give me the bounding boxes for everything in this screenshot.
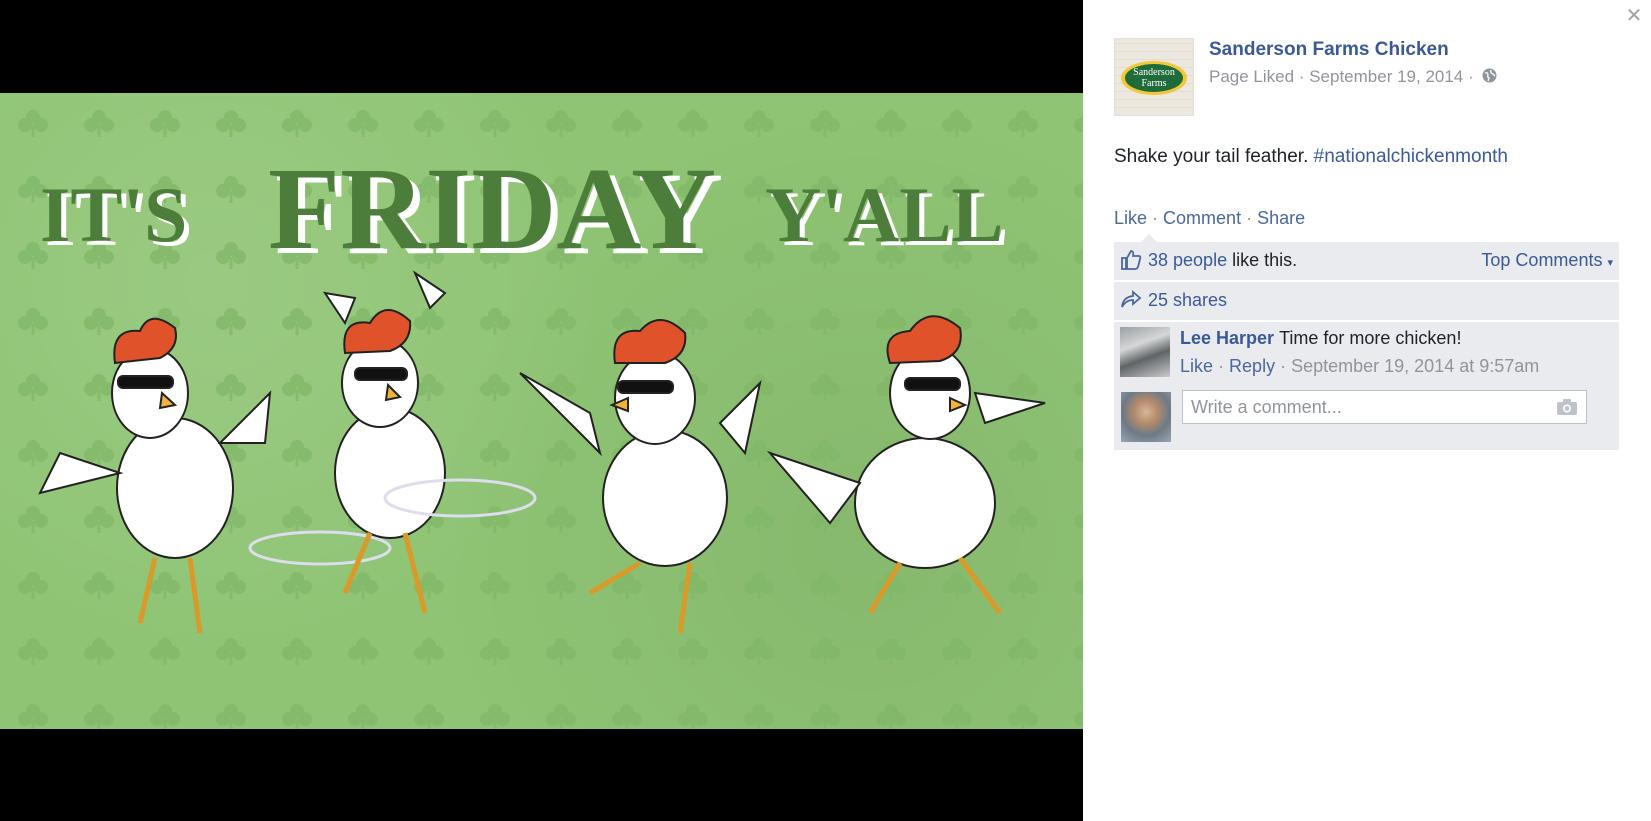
photo-illustration: IT'S IT'S FRIDAY FRIDAY Y'ALL Y'ALL	[0, 93, 1083, 729]
share-arrow-icon	[1120, 289, 1142, 316]
post-photo[interactable]: IT'S IT'S FRIDAY FRIDAY Y'ALL Y'ALL	[0, 93, 1083, 729]
sanderson-logo: Sanderson Farms	[1121, 61, 1187, 95]
comment-input[interactable]	[1183, 391, 1559, 423]
comment-timestamp[interactable]: September 19, 2014 at 9:57am	[1291, 356, 1539, 376]
likes-summary: 38 people like this.	[1148, 250, 1297, 271]
commenter-avatar[interactable]	[1120, 327, 1170, 377]
comment-link[interactable]: Comment	[1163, 208, 1241, 228]
headline-left: IT'S	[40, 171, 187, 258]
comment-input-box[interactable]	[1182, 390, 1587, 424]
commenter-name-link[interactable]: Lee Harper	[1180, 328, 1274, 348]
logo-text: Sanderson Farms	[1125, 64, 1183, 92]
comment-order-dropdown[interactable]: Top Comments ▾	[1481, 250, 1613, 271]
likes-suffix: like this.	[1232, 250, 1298, 270]
headline-right: Y'ALL	[765, 171, 1003, 258]
shares-link[interactable]: 25 shares	[1148, 290, 1227, 310]
like-link[interactable]: Like	[1114, 208, 1147, 228]
photo-viewer: IT'S IT'S FRIDAY FRIDAY Y'ALL Y'ALL	[0, 0, 1083, 821]
comment-item: Lee Harper Time for more chicken! Like ·…	[1114, 322, 1619, 384]
comment-body: Lee Harper Time for more chicken!	[1180, 328, 1461, 349]
action-separator: ·	[1152, 208, 1164, 228]
close-icon[interactable]: ✕	[1625, 6, 1643, 26]
page-name-link[interactable]: Sanderson Farms Chicken	[1209, 39, 1449, 61]
likers-link[interactable]: 38 people	[1148, 250, 1227, 270]
hashtag-link[interactable]: #nationalchickenmonth	[1314, 146, 1508, 167]
page-avatar[interactable]: Sanderson Farms	[1114, 38, 1194, 116]
camera-icon[interactable]	[1556, 398, 1578, 421]
comment-order-label: Top Comments	[1481, 250, 1603, 270]
comment-like-link[interactable]: Like	[1180, 356, 1213, 376]
post-actions: Like · Comment · Share	[1114, 208, 1305, 229]
thumbs-up-icon	[1120, 249, 1142, 276]
comment-separator: ·	[1218, 356, 1230, 376]
caret-down-icon: ▾	[1607, 257, 1613, 269]
comment-separator: ·	[1280, 356, 1292, 376]
comment-actions: Like · Reply · September 19, 2014 at 9:5…	[1180, 356, 1539, 377]
headline-mid: FRIDAY	[268, 143, 716, 274]
likes-row: 38 people like this. Top Comments ▾	[1114, 242, 1619, 280]
post-meta: Page Liked · September 19, 2014 ·	[1209, 67, 1497, 88]
globe-icon[interactable]	[1482, 68, 1497, 88]
post-date[interactable]: September 19, 2014	[1309, 67, 1463, 86]
share-link[interactable]: Share	[1257, 208, 1305, 228]
meta-separator: ·	[1298, 67, 1310, 86]
comment-text: Time for more chicken!	[1279, 328, 1462, 348]
post-side-panel: ✕ Sanderson Farms Sanderson Farms Chicke…	[1083, 0, 1651, 821]
page-liked-status: Page Liked	[1209, 67, 1295, 86]
action-separator: ·	[1246, 208, 1258, 228]
viewer-avatar	[1121, 392, 1171, 442]
shares-row: 25 shares	[1114, 282, 1619, 320]
meta-separator: ·	[1468, 67, 1479, 86]
caption-text: Shake your tail feather.	[1114, 146, 1309, 167]
ufi-pointer	[1141, 234, 1157, 242]
comment-composer	[1114, 384, 1619, 450]
shares-summary: 25 shares	[1148, 290, 1227, 311]
post-caption: Shake your tail feather. #nationalchicke…	[1114, 146, 1508, 168]
comment-reply-link[interactable]: Reply	[1229, 356, 1275, 376]
